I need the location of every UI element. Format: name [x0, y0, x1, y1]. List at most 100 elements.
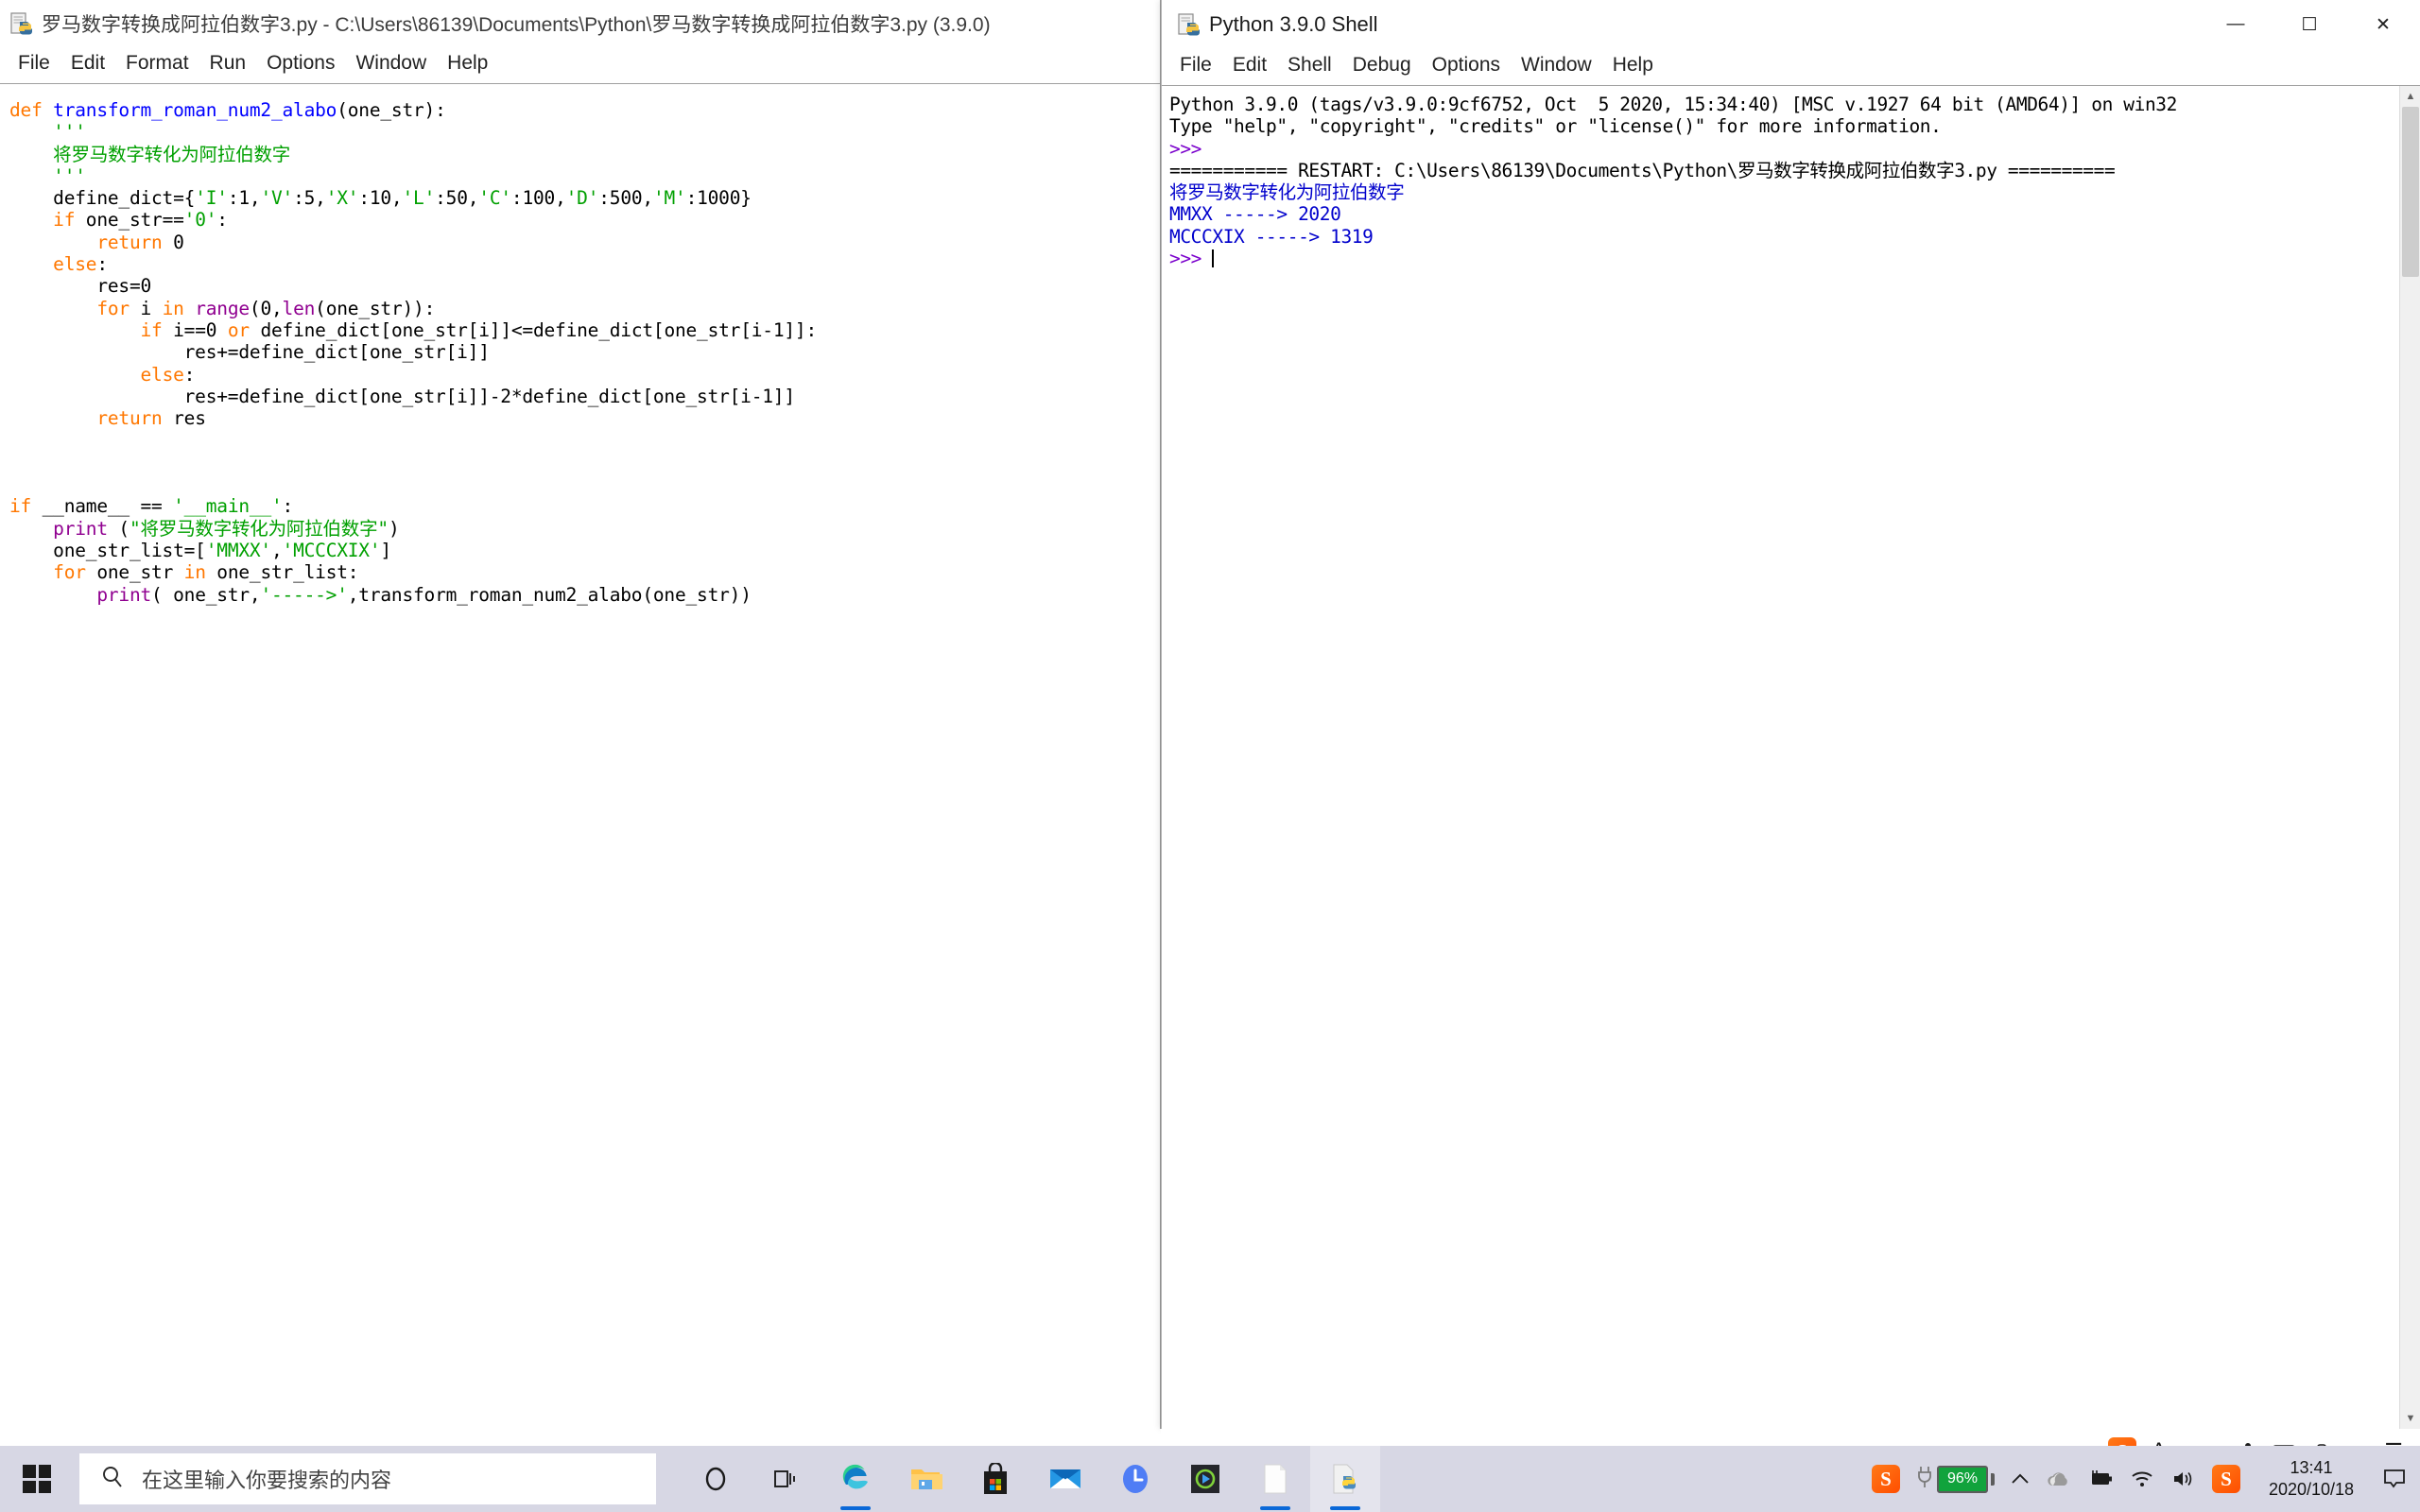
clock-time: 13:41 [2290, 1458, 2333, 1477]
python-idle-icon[interactable] [1310, 1446, 1380, 1512]
lark-icon[interactable] [1100, 1446, 1170, 1512]
shell-menu-window[interactable]: Window [1511, 52, 1602, 78]
shell-output-area[interactable]: Python 3.9.0 (tags/v3.9.0:9cf6752, Oct 5… [1162, 85, 2420, 1429]
shell-menubar: File Edit Shell Debug Options Window Hel… [1162, 49, 2420, 81]
code-line: res+=define_dict[one_str[i]] [9, 341, 490, 364]
cortana-icon[interactable] [681, 1446, 751, 1512]
code-line: ''' [53, 164, 86, 187]
code-line: =========== RESTART: C:\Users\86139\Docu… [1169, 159, 2116, 181]
windows-logo-icon [23, 1465, 51, 1493]
maximize-button[interactable]: ☐ [2273, 0, 2346, 49]
code-line: return 0 [96, 231, 184, 253]
taskbar-clock[interactable]: 13:41 2020/10/18 [2256, 1457, 2367, 1501]
shell-menu-options[interactable]: Options [1422, 52, 1511, 78]
python-shell-icon [1177, 12, 1201, 37]
battery-indicator[interactable]: 96% [1915, 1465, 1995, 1494]
code-line: else: [140, 363, 196, 386]
code-line: res+=define_dict[one_str[i]]-2*define_di… [9, 385, 795, 407]
shell-title: Python 3.9.0 Shell [1209, 12, 1378, 36]
shell-menu-edit[interactable]: Edit [1222, 52, 1277, 78]
close-button[interactable]: ✕ [2346, 0, 2420, 49]
desktop-screen: 罗马数字转换成阿拉伯数字3.py - C:\Users\86139\Docume… [0, 0, 2420, 1512]
shell-titlebar[interactable]: Python 3.9.0 Shell — ☐ ✕ [1162, 0, 2420, 49]
power-plug-icon [1915, 1465, 1934, 1494]
editor-menu-edit[interactable]: Edit [60, 50, 115, 77]
shell-menu-shell[interactable]: Shell [1277, 52, 1342, 78]
task-view-icon[interactable] [751, 1446, 821, 1512]
code-line: Python 3.9.0 (tags/v3.9.0:9cf6752, Oct 5… [1169, 94, 2177, 115]
code-line: def transform_roman_num2_alabo(one_str): [9, 99, 446, 121]
code-line: ''' [53, 121, 86, 144]
shell-menu-debug[interactable]: Debug [1342, 52, 1422, 78]
chevron-up-icon[interactable] [2010, 1472, 2031, 1486]
battery-percent: 96% [1946, 1470, 1979, 1486]
source-code[interactable]: def transform_roman_num2_alabo(one_str):… [2, 94, 1160, 1429]
code-line: return res [96, 407, 206, 430]
scroll-down-icon[interactable]: ▼ [2400, 1408, 2420, 1429]
python-shell-window: Python 3.9.0 Shell — ☐ ✕ File Edit Shell… [1161, 0, 2420, 1429]
code-line: 将罗马数字转化为阿拉伯数字 [1169, 181, 1405, 204]
code-line: if i==0 or define_dict[one_str[i]]<=defi… [140, 318, 818, 341]
notepad-icon[interactable] [1240, 1446, 1310, 1512]
system-tray: S 96% S 13:41 2020/10/18 [1872, 1446, 2420, 1512]
shell-scrollbar[interactable]: ▲ ▼ [2399, 86, 2420, 1429]
code-line: for i in range(0,len(one_str)): [96, 297, 436, 319]
code-line: define_dict={'I':1,'V':5,'X':10,'L':50,'… [9, 187, 752, 210]
editor-menu-window[interactable]: Window [345, 50, 437, 77]
microsoft-store-icon[interactable] [960, 1446, 1030, 1512]
code-line: else: [53, 253, 108, 276]
code-line: MMXX -----> 2020 [1169, 203, 1341, 226]
editor-menu-run[interactable]: Run [199, 50, 257, 77]
code-line: res=0 [9, 275, 152, 298]
code-line: print ("将罗马数字转化为阿拉伯数字") [53, 517, 400, 540]
editor-menu-format[interactable]: Format [115, 50, 199, 77]
code-line: for one_str in one_str_list: [53, 561, 359, 584]
sogou-pinyin-icon[interactable]: S [2212, 1465, 2240, 1493]
code-line: >>> [1169, 137, 1213, 160]
mail-icon[interactable] [1030, 1446, 1100, 1512]
wifi-icon[interactable] [2129, 1469, 2155, 1489]
clock-date: 2020/10/18 [2268, 1480, 2355, 1499]
notification-icon[interactable] [2382, 1468, 2407, 1490]
shell-menu-file[interactable]: File [1169, 52, 1222, 78]
editor-text-area[interactable]: def transform_roman_num2_alabo(one_str):… [0, 83, 1160, 1429]
battery-charging-icon[interactable] [2087, 1469, 2114, 1489]
scroll-up-icon[interactable]: ▲ [2400, 86, 2420, 107]
code-line: if __name__ == '__main__': [9, 495, 294, 518]
editor-titlebar[interactable]: 罗马数字转换成阿拉伯数字3.py - C:\Users\86139\Docume… [0, 0, 1160, 47]
sogou-input-icon[interactable]: S [1872, 1465, 1900, 1493]
scrollbar-thumb[interactable] [2402, 107, 2419, 277]
editor-menu-help[interactable]: Help [437, 50, 498, 77]
code-line: Type "help", "copyright", "credits" or "… [1169, 115, 1942, 138]
start-button[interactable] [0, 1446, 74, 1512]
shell-menu-help[interactable]: Help [1602, 52, 1664, 78]
editor-menubar: File Edit Format Run Options Window Help [0, 47, 1160, 79]
code-line: 将罗马数字转化为阿拉伯数字 [53, 143, 291, 165]
code-line: one_str_list=['MMXX','MCCCXIX'] [9, 539, 391, 561]
code-line: print( one_str,'----->',transform_roman_… [96, 583, 752, 606]
minimize-button[interactable]: — [2199, 0, 2273, 49]
battery-level: 96% [1937, 1465, 1988, 1493]
python-file-icon [9, 11, 34, 36]
editor-menu-options[interactable]: Options [256, 50, 345, 77]
idle-editor-window: 罗马数字转换成阿拉伯数字3.py - C:\Users\86139\Docume… [0, 0, 1161, 1429]
editor-title: 罗马数字转换成阿拉伯数字3.py - C:\Users\86139\Docume… [42, 14, 991, 36]
shell-transcript[interactable]: Python 3.9.0 (tags/v3.9.0:9cf6752, Oct 5… [1169, 94, 2399, 1429]
windows-taskbar: 在这里输入你要搜索的内容 S 96% S 13:41 2020/10/18 [0, 1446, 2420, 1512]
search-icon [100, 1465, 125, 1494]
potplayer-icon[interactable] [1170, 1446, 1240, 1512]
onedrive-icon[interactable] [2046, 1469, 2072, 1488]
code-line: MCCCXIX -----> 1319 [1169, 225, 1374, 248]
microsoft-edge-icon[interactable] [821, 1446, 890, 1512]
battery-cap [1991, 1472, 1995, 1486]
taskbar-apps [681, 1446, 1380, 1512]
volume-icon[interactable] [2170, 1469, 2197, 1489]
taskbar-search-box[interactable]: 在这里输入你要搜索的内容 [79, 1453, 656, 1504]
text-cursor [1212, 249, 1215, 268]
file-explorer-icon[interactable] [890, 1446, 960, 1512]
search-placeholder: 在这里输入你要搜索的内容 [142, 1469, 392, 1492]
editor-menu-file[interactable]: File [8, 50, 60, 77]
